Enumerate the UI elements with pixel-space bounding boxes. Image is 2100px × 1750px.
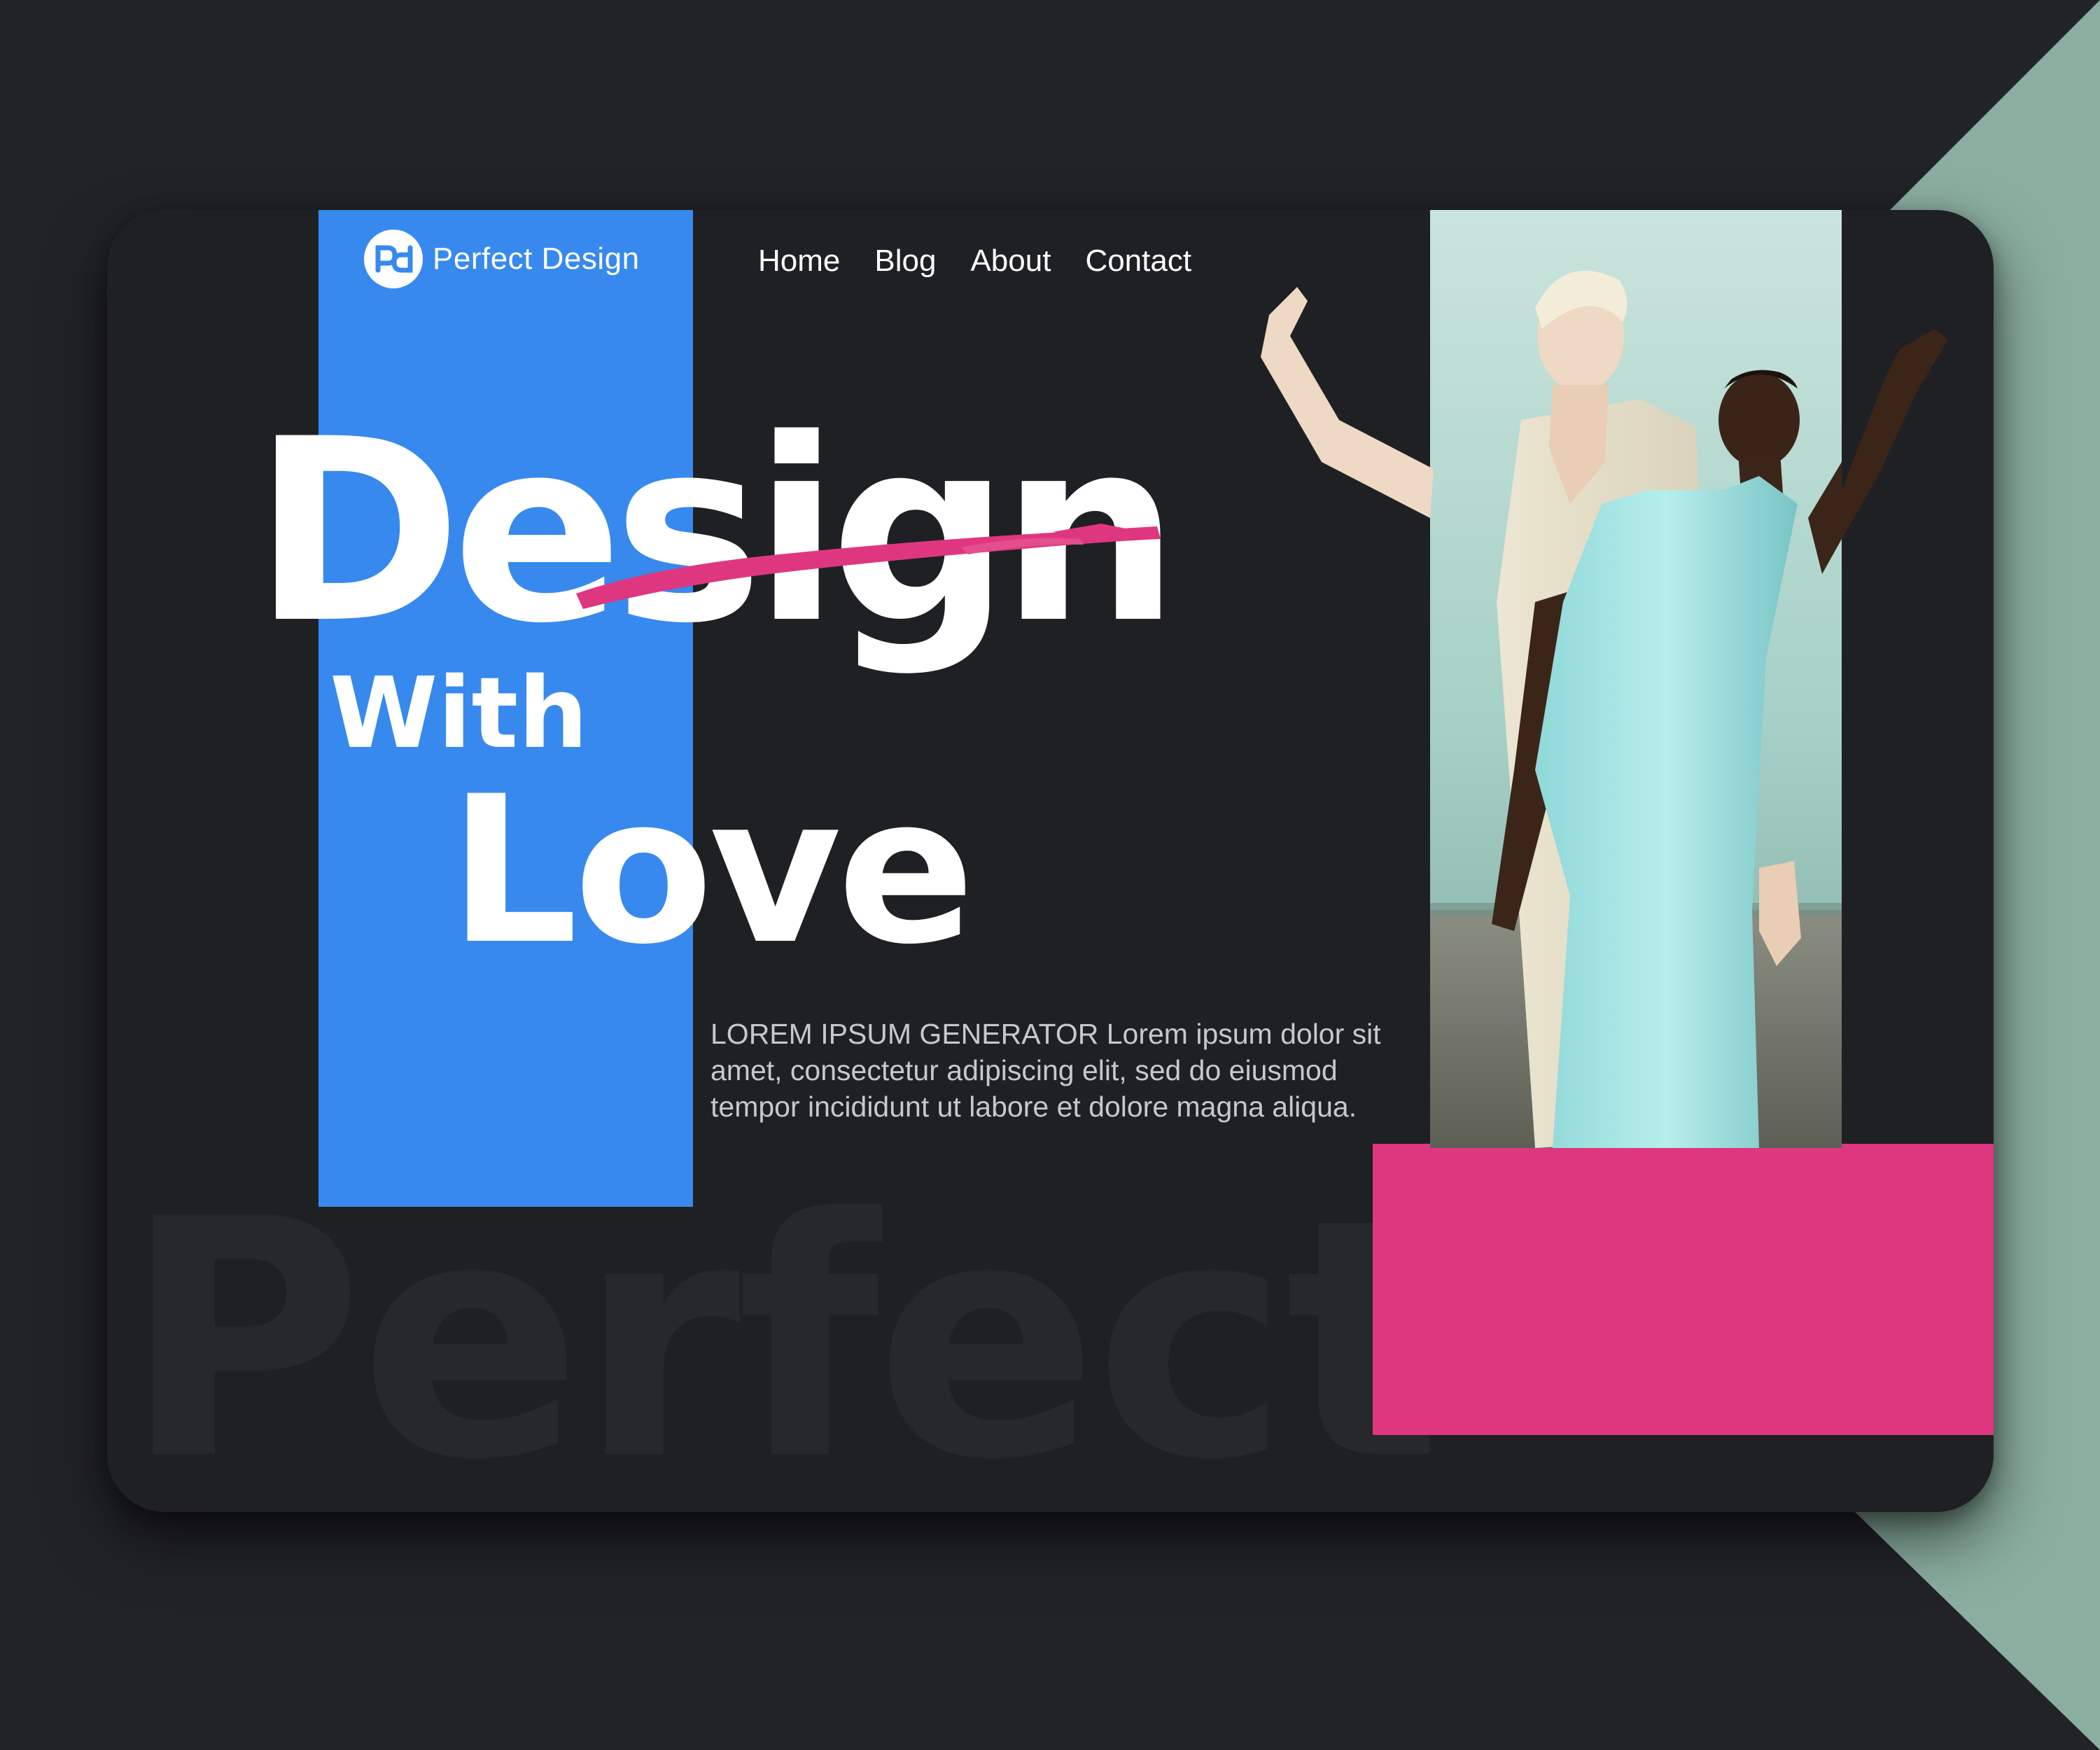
- nav-home-link[interactable]: Home: [758, 244, 840, 279]
- hero-photo: [1430, 210, 1842, 1148]
- nav-contact-link[interactable]: Contact: [1085, 244, 1191, 279]
- nav-blog-link[interactable]: Blog: [874, 244, 936, 279]
- main-nav: Home Blog About Contact: [758, 244, 1191, 279]
- hero-title-with: With: [330, 657, 589, 771]
- landing-card: Perfect Perfect Design Home Blog About C…: [107, 210, 1994, 1512]
- logo-mark-icon: [364, 230, 423, 288]
- background-watermark-text: Perfect: [122, 1149, 1443, 1512]
- hero-title-design: Design: [253, 385, 1180, 678]
- brand-logo[interactable]: Perfect Design: [364, 230, 640, 288]
- hero-title-love: Love: [449, 753, 975, 989]
- accent-pink-block: [1373, 1144, 1994, 1435]
- brand-name: Perfect Design: [433, 241, 640, 276]
- nav-about-link[interactable]: About: [970, 244, 1051, 279]
- hero-description: LOREM IPSUM GENERATOR Lorem ipsum dolor …: [710, 1018, 1381, 1123]
